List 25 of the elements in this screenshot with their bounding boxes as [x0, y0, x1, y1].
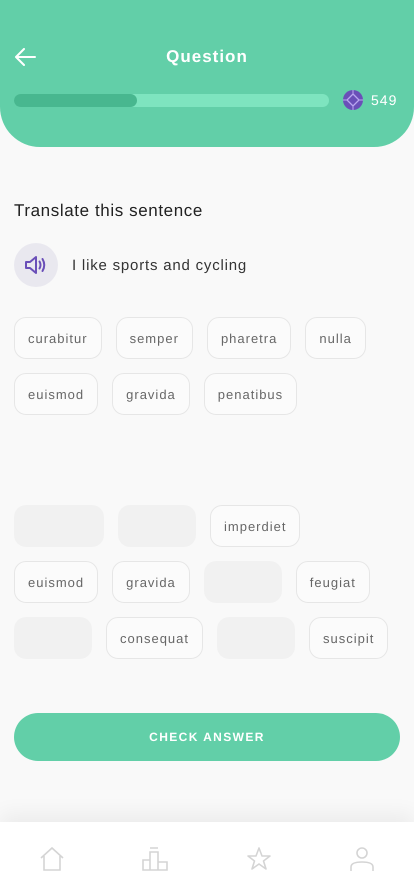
prompt-text: Translate this sentence	[14, 201, 204, 221]
star-icon[interactable]	[246, 846, 272, 872]
word-chip[interactable]: euismod	[14, 373, 98, 415]
word-chip[interactable]: consequat	[106, 617, 203, 659]
gem-count: 549	[371, 92, 398, 108]
screen-title: Question	[166, 47, 248, 67]
home-icon[interactable]	[38, 846, 65, 872]
word-chip[interactable]: penatibus	[204, 373, 298, 415]
word-chip[interactable]: pharetra	[206, 317, 292, 359]
speaker-button[interactable]	[14, 243, 58, 287]
profile-icon[interactable]	[349, 846, 376, 872]
word-chip[interactable]: gravida	[112, 373, 190, 415]
word-chip[interactable]: euismod	[14, 561, 98, 603]
back-arrow-icon[interactable]	[14, 48, 36, 66]
word-chip[interactable]: curabitur	[14, 317, 102, 359]
word-chip[interactable]: suscipit	[309, 617, 388, 659]
sentence-text: I like sports and cycling	[72, 256, 248, 274]
word-chip[interactable]: imperdiet	[210, 505, 300, 547]
podium-icon[interactable]	[142, 846, 168, 872]
word-chip[interactable]: nulla	[305, 317, 366, 359]
gem-icon	[343, 90, 363, 110]
word-chip[interactable]: gravida	[112, 561, 190, 603]
word-chip[interactable]: feugiat	[296, 561, 370, 603]
speaker-icon	[24, 255, 48, 275]
word-chip[interactable]: semper	[116, 317, 193, 359]
